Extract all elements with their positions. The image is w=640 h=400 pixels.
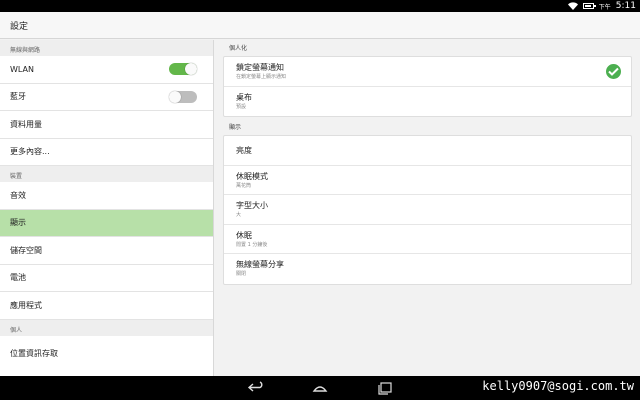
home-icon[interactable]: [311, 381, 329, 395]
sidebar-item-more[interactable]: 更多內容...: [0, 139, 213, 166]
font-size-row[interactable]: 字型大小 大: [224, 195, 631, 225]
row-title: 無線螢幕分享: [236, 260, 284, 269]
status-time: 5:11: [615, 1, 636, 11]
page-title: 設定: [10, 22, 29, 32]
sidebar-item-display[interactable]: 顯示: [0, 209, 213, 237]
row-subtitle: 在鎖定螢幕上顯示通知: [236, 74, 287, 80]
row-subtitle: 萬花筒: [236, 182, 252, 189]
sidebar-item-label: 儲存空間: [10, 245, 42, 255]
row-title: 亮度: [236, 145, 252, 155]
content-header-personalize: 個人化: [229, 45, 248, 52]
watermark: kelly0907@sogi.com.tw: [482, 379, 634, 393]
sidebar-item-label: 位置資訊存取: [10, 348, 58, 358]
daydream-row[interactable]: 休眠模式 萬花筒: [224, 166, 631, 195]
sidebar-item-storage[interactable]: 儲存空間: [0, 237, 213, 265]
sidebar-item-label: 藍牙: [10, 92, 26, 102]
row-subtitle: 大: [236, 212, 242, 218]
sidebar-item-label: 更多內容...: [10, 147, 50, 157]
battery-level: [584, 5, 592, 7]
check-icon[interactable]: [606, 64, 621, 79]
personalize-card: 鎖定螢幕通知 在鎖定螢幕上顯示通知 桌布 預設: [223, 56, 632, 117]
row-subtitle: 閒置 1 分鐘後: [236, 241, 268, 248]
back-icon[interactable]: [247, 381, 265, 395]
sidebar-item-data-usage[interactable]: 資料用量: [0, 111, 213, 139]
battery-icon: [582, 3, 596, 9]
sidebar-item-label: 顯示: [10, 218, 26, 228]
bluetooth-toggle[interactable]: [169, 90, 197, 103]
sidebar-item-label: 應用程式: [10, 300, 42, 310]
row-title: 鎖定螢幕通知: [236, 63, 284, 72]
section-header-device: 裝置: [0, 166, 213, 182]
status-ampm: 下午: [598, 3, 611, 11]
row-title: 字型大小: [236, 201, 268, 210]
row-title: 桌布: [236, 92, 252, 102]
sidebar-item-battery[interactable]: 電池: [0, 265, 213, 292]
cast-screen-row[interactable]: 無線螢幕分享 關閉: [224, 254, 631, 284]
wifi-icon: [567, 2, 578, 10]
section-header-wireless: 無線與網路: [0, 40, 213, 56]
wallpaper-row[interactable]: 桌布 預設: [224, 87, 631, 117]
status-bar: 下午 5:11: [0, 0, 640, 12]
row-subtitle: 關閉: [236, 271, 247, 277]
row-title: 休眠: [236, 230, 252, 240]
navigation-bar: kelly0907@sogi.com.tw: [0, 376, 640, 400]
sidebar-item-label: 音效: [10, 190, 26, 200]
toggle-thumb: [169, 90, 181, 103]
row-title: 休眠模式: [236, 171, 268, 181]
sidebar-item-wlan[interactable]: WLAN: [0, 56, 213, 84]
settings-app: 設定 無線與網路 WLAN 藍牙 資料用量 更多內容... 裝置 音效 顯示 儲…: [0, 12, 640, 376]
sleep-row[interactable]: 休眠 閒置 1 分鐘後: [224, 225, 631, 254]
content-header-display: 顯示: [229, 124, 242, 131]
sidebar-item-sound[interactable]: 音效: [0, 182, 213, 210]
wlan-toggle[interactable]: [169, 63, 197, 76]
display-card: 亮度 休眠模式 萬花筒 字型大小 大 休眠 閒置 1 分鐘後 無線螢幕分享 關閉: [223, 135, 632, 285]
display-settings-panel: 個人化 鎖定螢幕通知 在鎖定螢幕上顯示通知 桌布 預設 顯示 亮度 休眠模式 萬…: [215, 40, 640, 376]
settings-sidebar[interactable]: 無線與網路 WLAN 藍牙 資料用量 更多內容... 裝置 音效 顯示 儲存空間…: [0, 40, 214, 376]
row-subtitle: 預設: [236, 103, 247, 110]
sidebar-item-label: 電池: [10, 273, 26, 283]
section-header-personal: 個人: [0, 319, 213, 336]
sidebar-item-label: 資料用量: [10, 119, 42, 129]
sidebar-item-apps[interactable]: 應用程式: [0, 292, 213, 320]
title-bar: 設定: [0, 12, 640, 39]
sidebar-item-label: WLAN: [10, 64, 35, 74]
recent-apps-icon[interactable]: [376, 381, 394, 395]
sidebar-item-bluetooth[interactable]: 藍牙: [0, 84, 213, 111]
sidebar-item-location[interactable]: 位置資訊存取: [0, 336, 213, 364]
brightness-row[interactable]: 亮度: [224, 136, 631, 166]
lockscreen-notification-row[interactable]: 鎖定螢幕通知 在鎖定螢幕上顯示通知: [224, 57, 631, 87]
toggle-thumb: [185, 63, 197, 76]
